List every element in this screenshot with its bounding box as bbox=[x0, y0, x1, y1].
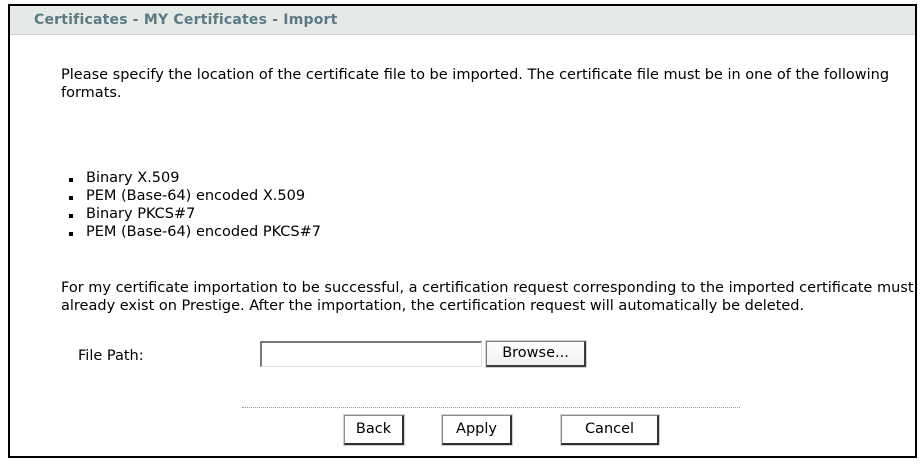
page-title: Certificates - MY Certificates - Import bbox=[10, 6, 915, 35]
bullet-icon bbox=[69, 196, 73, 200]
format-label: PEM (Base-64) encoded PKCS#7 bbox=[86, 224, 321, 240]
intro-text: Please specify the location of the certi… bbox=[61, 67, 890, 101]
back-button[interactable]: Back bbox=[343, 414, 405, 446]
divider bbox=[242, 407, 740, 408]
format-label: Binary X.509 bbox=[86, 170, 180, 186]
format-label: PEM (Base-64) encoded X.509 bbox=[86, 188, 306, 204]
format-label: Binary PKCS#7 bbox=[86, 206, 196, 222]
cancel-button[interactable]: Cancel bbox=[560, 414, 660, 446]
list-item: PEM (Base-64) encoded X.509 bbox=[69, 187, 321, 205]
bullet-icon bbox=[69, 232, 73, 236]
file-path-input[interactable] bbox=[260, 341, 482, 367]
bullet-icon bbox=[69, 214, 73, 218]
list-item: Binary PKCS#7 bbox=[69, 205, 321, 223]
format-list: Binary X.509 PEM (Base-64) encoded X.509… bbox=[69, 169, 321, 241]
apply-button[interactable]: Apply bbox=[441, 414, 513, 446]
note-text: For my certificate importation to be suc… bbox=[61, 280, 914, 314]
list-item: Binary X.509 bbox=[69, 169, 321, 187]
certificate-import-panel: Certificates - MY Certificates - Import … bbox=[8, 4, 917, 458]
bullet-icon bbox=[69, 178, 73, 182]
file-path-label: File Path: bbox=[78, 348, 144, 364]
browse-button[interactable]: Browse... bbox=[485, 340, 587, 368]
list-item: PEM (Base-64) encoded PKCS#7 bbox=[69, 223, 321, 241]
